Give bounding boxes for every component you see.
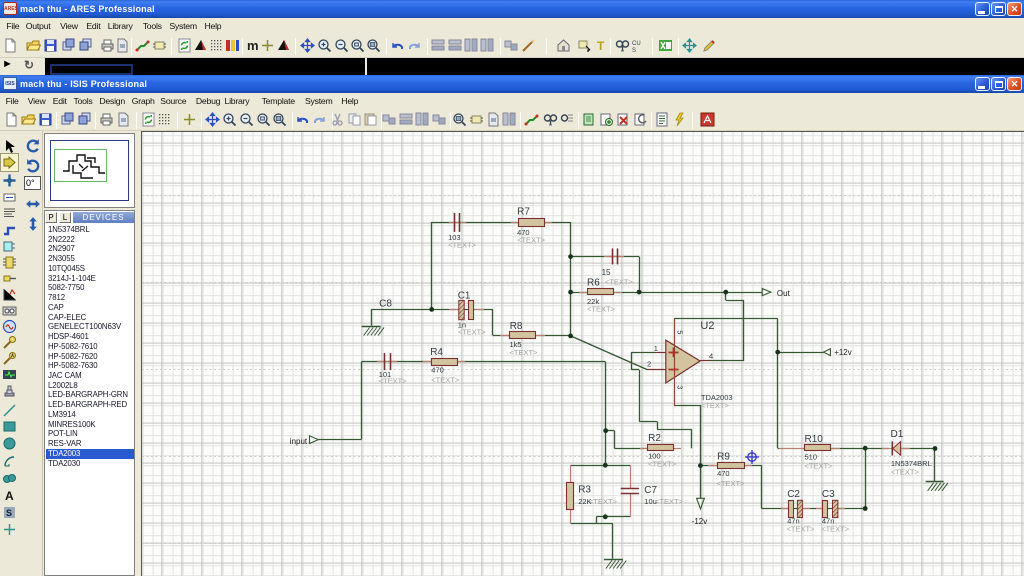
svg-text:-12v: -12v [692, 517, 708, 526]
svg-text:15: 15 [602, 268, 611, 277]
svg-text:<TEXT>: <TEXT> [891, 468, 920, 477]
svg-text:<TEXT>: <TEXT> [589, 497, 618, 506]
svg-text:R9: R9 [717, 451, 730, 462]
svg-text:CU: CU [632, 41, 641, 47]
svg-text:<TEXT>: <TEXT> [717, 479, 746, 488]
svg-text:Out: Out [777, 289, 791, 298]
svg-text:470: 470 [717, 469, 730, 478]
svg-text:T: T [597, 39, 605, 53]
svg-text:5: 5 [676, 330, 685, 334]
svg-text:R3: R3 [578, 484, 591, 495]
svg-text:+12v: +12v [834, 348, 852, 357]
svg-text:input: input [290, 437, 308, 446]
svg-text:<TEXT>: <TEXT> [379, 377, 408, 386]
svg-text:R8: R8 [510, 321, 523, 332]
svg-text:S: S [6, 508, 12, 518]
svg-text:R6: R6 [587, 277, 600, 288]
svg-text:1: 1 [654, 344, 658, 353]
svg-text:<TEXT>: <TEXT> [821, 525, 850, 534]
svg-text:R10: R10 [805, 434, 824, 445]
svg-text:C7: C7 [644, 485, 657, 496]
svg-text:<TEXT>: <TEXT> [510, 348, 539, 357]
svg-text:U2: U2 [700, 320, 714, 332]
svg-text:C8: C8 [379, 299, 392, 310]
svg-text:C1: C1 [458, 291, 471, 302]
svg-text:510: 510 [805, 452, 818, 461]
svg-text:C3: C3 [822, 489, 835, 500]
svg-text:<TEXT>: <TEXT> [448, 241, 477, 250]
svg-text:<TEXT>: <TEXT> [458, 328, 487, 337]
svg-text:<TEXT>: <TEXT> [701, 401, 730, 410]
svg-text:3: 3 [676, 385, 685, 389]
svg-text:<TEXT>: <TEXT> [648, 460, 677, 469]
svg-text:C2: C2 [787, 489, 800, 500]
svg-text:R4: R4 [430, 347, 443, 358]
svg-text:<TEXT>: <TEXT> [655, 497, 684, 506]
svg-text:<TEXT>: <TEXT> [787, 525, 816, 534]
svg-text:<TEXT>: <TEXT> [605, 278, 634, 287]
svg-text:2: 2 [647, 360, 651, 369]
svg-text:A: A [5, 489, 14, 503]
svg-text:470: 470 [431, 366, 444, 375]
svg-text:<TEXT>: <TEXT> [431, 376, 460, 385]
svg-text:R7: R7 [517, 207, 530, 218]
svg-text:<TEXT>: <TEXT> [805, 462, 834, 471]
svg-text:<TEXT>: <TEXT> [587, 305, 616, 314]
svg-text:<TEXT>: <TEXT> [517, 236, 546, 245]
svg-text:4: 4 [709, 352, 713, 361]
svg-text:R2: R2 [648, 433, 661, 444]
svg-text:m: m [247, 38, 259, 53]
svg-text:S: S [632, 48, 636, 53]
svg-text:D1: D1 [891, 429, 904, 440]
